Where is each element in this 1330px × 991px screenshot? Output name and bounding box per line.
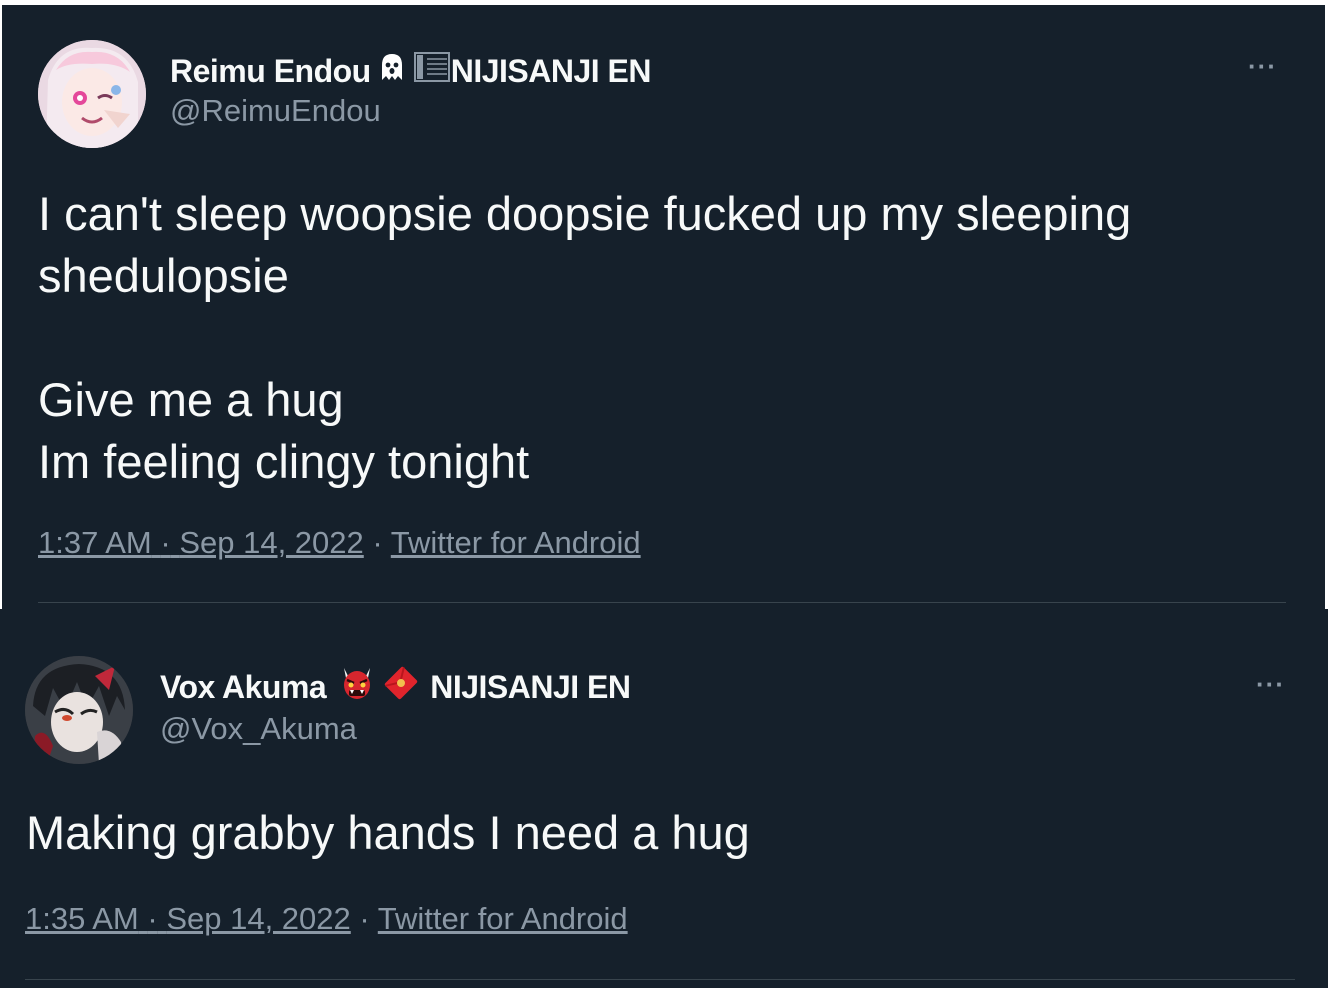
meta-separator: ·: [359, 901, 370, 936]
timestamp-link[interactable]: 1:37 AM · Sep 14, 2022: [38, 525, 364, 560]
author-name[interactable]: Reimu Endou: [170, 53, 371, 90]
tweet-meta: 1:35 AM · Sep 14, 2022 · Twitter for And…: [25, 901, 628, 937]
flag-icon: [413, 50, 451, 92]
tweet-text: Making grabby hands I need a hug: [26, 806, 750, 859]
affiliation: NIJISANJI EN: [430, 668, 631, 705]
affiliation: NIJISANJI EN: [450, 52, 652, 89]
author-name-row[interactable]: Reimu Endou NIJISANJI EN: [170, 49, 652, 93]
tweet-vox: Vox Akuma NIJISANJI EN @Vox_Akuma ··· Ma…: [0, 609, 1328, 988]
ghost-icon: [375, 50, 409, 92]
source-link[interactable]: Twitter for Android: [391, 525, 641, 560]
divider: [38, 602, 1286, 603]
red-envelope-icon: [380, 664, 422, 710]
timestamp-link[interactable]: 1:35 AM · Sep 14, 2022: [25, 901, 351, 936]
author-handle[interactable]: @ReimuEndou: [170, 93, 381, 129]
tweet-time: 1:35 AM: [25, 901, 139, 936]
meta-separator: ·: [372, 525, 383, 560]
avatar[interactable]: [25, 656, 133, 764]
meta-dot: ·: [160, 525, 171, 560]
more-options-icon[interactable]: ···: [1256, 669, 1285, 700]
more-options-icon[interactable]: ···: [1248, 51, 1277, 82]
ogre-icon: [338, 664, 376, 710]
author-name-row[interactable]: Vox Akuma NIJISANJI EN: [160, 665, 631, 709]
author-name[interactable]: Vox Akuma: [160, 669, 327, 706]
tweet-text: I can't sleep woopsie doopsie fucked up …: [38, 187, 1132, 488]
tweet-date: Sep 14, 2022: [179, 525, 364, 560]
tweet-date: Sep 14, 2022: [166, 901, 351, 936]
source-link[interactable]: Twitter for Android: [378, 901, 628, 936]
avatar[interactable]: [38, 40, 146, 148]
tweet-reimu: Reimu Endou NIJISANJI EN @ReimuEndou ···…: [2, 5, 1325, 609]
tweet-meta: 1:37 AM · Sep 14, 2022 · Twitter for And…: [38, 525, 641, 561]
meta-dot: ·: [147, 901, 158, 936]
tweet-time: 1:37 AM: [38, 525, 152, 560]
author-handle[interactable]: @Vox_Akuma: [160, 711, 357, 747]
divider: [25, 979, 1295, 980]
